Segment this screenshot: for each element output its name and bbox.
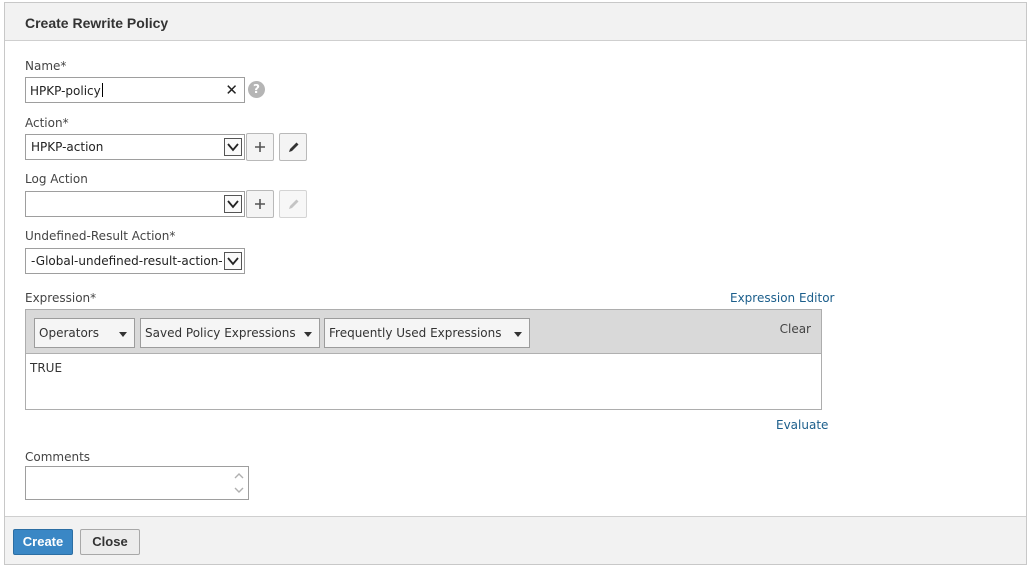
action-label: Action* bbox=[25, 116, 69, 130]
create-rewrite-policy-dialog: Create Rewrite Policy Name* HPKP-policy … bbox=[4, 2, 1027, 565]
saved-expressions-label: Saved Policy Expressions bbox=[145, 326, 296, 340]
add-log-action-button[interactable] bbox=[246, 190, 274, 218]
log-action-select[interactable] bbox=[25, 191, 245, 217]
operators-label: Operators bbox=[39, 326, 99, 340]
expression-text[interactable]: TRUE bbox=[30, 361, 62, 375]
comments-textarea[interactable] bbox=[25, 466, 249, 500]
dropdown-chevron-icon[interactable] bbox=[224, 138, 242, 156]
dialog-footer: Create Close bbox=[5, 516, 1026, 564]
name-value: HPKP-policy bbox=[30, 84, 101, 98]
clear-x-icon[interactable]: ✕ bbox=[225, 81, 238, 99]
undefined-result-value: -Global-undefined-result-action- bbox=[31, 254, 223, 268]
edit-action-button[interactable] bbox=[279, 133, 307, 161]
evaluate-link[interactable]: Evaluate bbox=[776, 418, 828, 432]
edit-log-action-button[interactable] bbox=[279, 190, 307, 218]
undefined-result-select[interactable]: -Global-undefined-result-action- bbox=[25, 248, 245, 274]
plus-icon bbox=[255, 142, 265, 152]
dropdown-chevron-icon[interactable] bbox=[224, 252, 242, 270]
spinner-up-icon[interactable] bbox=[232, 469, 246, 483]
expression-toolbar: Operators Saved Policy Expressions Frequ… bbox=[26, 310, 821, 354]
expression-box: Operators Saved Policy Expressions Frequ… bbox=[25, 309, 822, 410]
help-icon[interactable]: ? bbox=[248, 81, 265, 98]
name-input[interactable]: HPKP-policy ✕ bbox=[25, 77, 245, 103]
expression-editor-link[interactable]: Expression Editor bbox=[730, 291, 834, 305]
action-value: HPKP-action bbox=[31, 140, 104, 154]
plus-icon bbox=[255, 199, 265, 209]
add-action-button[interactable] bbox=[246, 133, 274, 161]
create-button[interactable]: Create bbox=[13, 529, 73, 555]
expression-label: Expression* bbox=[25, 291, 97, 305]
dialog-header: Create Rewrite Policy bbox=[5, 3, 1026, 41]
frequent-expressions-label: Frequently Used Expressions bbox=[329, 326, 502, 340]
pencil-icon bbox=[289, 142, 299, 152]
log-action-label: Log Action bbox=[25, 172, 88, 186]
operators-dropdown[interactable]: Operators bbox=[34, 318, 135, 348]
caret-down-icon bbox=[514, 332, 522, 337]
clear-expression-button[interactable]: Clear bbox=[780, 322, 811, 336]
dropdown-chevron-icon[interactable] bbox=[224, 195, 242, 213]
action-select[interactable]: HPKP-action bbox=[25, 134, 245, 160]
pencil-icon bbox=[289, 199, 299, 209]
dialog-title: Create Rewrite Policy bbox=[25, 15, 169, 31]
frequent-expressions-dropdown[interactable]: Frequently Used Expressions bbox=[324, 318, 530, 348]
saved-expressions-dropdown[interactable]: Saved Policy Expressions bbox=[140, 318, 320, 348]
close-button[interactable]: Close bbox=[80, 529, 140, 555]
text-cursor bbox=[101, 83, 103, 97]
spinner-down-icon[interactable] bbox=[232, 483, 246, 497]
caret-down-icon bbox=[119, 332, 127, 337]
caret-down-icon bbox=[304, 332, 312, 337]
undefined-result-label: Undefined-Result Action* bbox=[25, 229, 176, 243]
comments-label: Comments bbox=[25, 450, 91, 464]
name-label: Name* bbox=[25, 59, 67, 73]
